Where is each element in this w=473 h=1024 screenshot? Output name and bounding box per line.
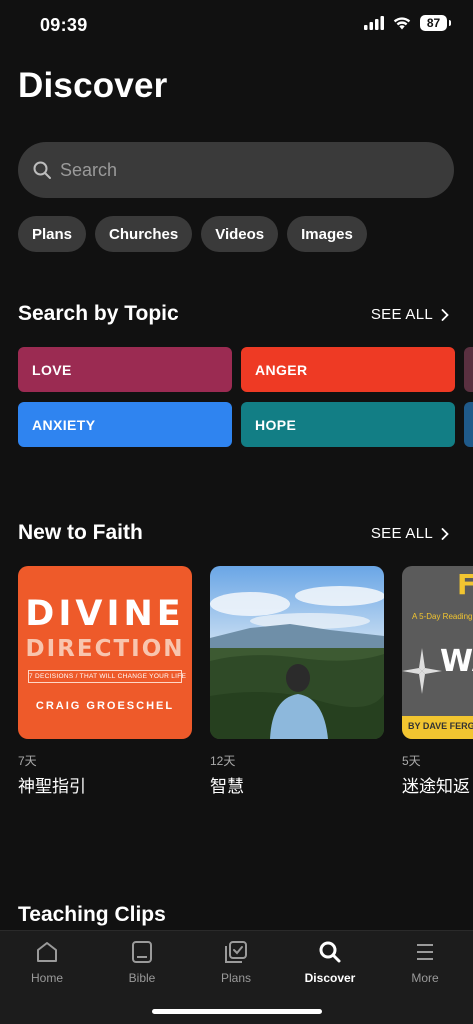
plan-duration: 7天 xyxy=(18,754,37,768)
tab-plans[interactable]: Plans xyxy=(196,939,276,985)
chip-images[interactable]: Images xyxy=(287,216,367,252)
chip-plans[interactable]: Plans xyxy=(18,216,87,252)
plan-card-way-back[interactable]: F A 5-Day Reading F WA BY DAVE FERGU xyxy=(402,566,473,739)
new-to-faith-title: New to Faith xyxy=(18,521,143,544)
page-title: Discover xyxy=(18,66,168,105)
chevron-right-icon xyxy=(441,527,449,540)
battery-indicator: 87 xyxy=(420,15,451,31)
cover-big-text: WA xyxy=(440,644,473,679)
status-icons: 87 xyxy=(364,15,451,31)
plans-icon xyxy=(225,941,247,963)
cellular-signal-icon xyxy=(364,16,384,30)
plan-title: 迷途知返 xyxy=(402,777,470,796)
landscape-image xyxy=(210,566,384,739)
plan-card-wisdom[interactable] xyxy=(210,566,384,739)
status-bar: 09:39 87 xyxy=(0,0,473,52)
home-icon xyxy=(37,942,57,962)
topic-partial-1[interactable] xyxy=(464,347,473,392)
plan-duration: 5天 xyxy=(402,754,421,768)
search-icon xyxy=(33,161,51,179)
tab-label: Discover xyxy=(304,971,356,985)
tab-discover[interactable]: Discover xyxy=(290,939,370,985)
cover-line1: DIVINE xyxy=(25,594,185,634)
menu-icon xyxy=(417,944,433,960)
cover-tagline: 7 DECISIONS / THAT WILL CHANGE YOUR LIFE xyxy=(28,670,186,683)
chevron-right-icon xyxy=(441,308,449,321)
plan-duration: 12天 xyxy=(210,754,236,768)
tab-label: More xyxy=(411,971,439,985)
wifi-icon xyxy=(393,17,411,30)
cover-top-letter: F xyxy=(457,568,473,601)
see-all-label: SEE ALL xyxy=(370,525,433,542)
topics-see-all-link[interactable]: SEE ALL xyxy=(371,306,449,323)
plan-card-divine-direction[interactable]: DIVINE DIRECTION 7 DECISIONS / THAT WILL… xyxy=(18,566,192,739)
filter-chips: Plans Churches Videos Images xyxy=(18,216,367,252)
teaching-clips-title: Teaching Clips xyxy=(18,903,166,926)
cover-subtitle: A 5-Day Reading F xyxy=(412,612,473,621)
cover-footer: BY DAVE FERGU xyxy=(408,721,473,731)
plan-title: 智慧 xyxy=(210,777,244,796)
discover-search-icon xyxy=(319,941,341,963)
topic-partial-2[interactable] xyxy=(464,402,473,447)
topics-section-title: Search by Topic xyxy=(18,302,179,325)
cover-line2: DIRECTION xyxy=(25,636,185,662)
status-time: 09:39 xyxy=(40,15,88,35)
tab-label: Plans xyxy=(220,971,252,985)
topic-anger[interactable]: ANGER xyxy=(241,347,455,392)
compass-icon xyxy=(402,648,442,694)
see-all-label: SEE ALL xyxy=(370,306,433,323)
tab-bible[interactable]: Bible xyxy=(102,939,182,985)
topic-love[interactable]: LOVE xyxy=(18,347,232,392)
topic-hope[interactable]: HOPE xyxy=(241,402,455,447)
tab-label: Home xyxy=(30,971,63,985)
bible-icon xyxy=(132,941,152,963)
cover-author: CRAIG GROESCHEL xyxy=(35,700,175,712)
tab-more[interactable]: More xyxy=(385,939,465,985)
tab-label: Bible xyxy=(128,971,156,985)
new-to-faith-see-all-link[interactable]: SEE ALL xyxy=(371,525,449,542)
chip-churches[interactable]: Churches xyxy=(95,216,193,252)
search-input[interactable] xyxy=(60,159,400,181)
home-indicator xyxy=(152,1009,322,1014)
tab-home[interactable]: Home xyxy=(7,939,87,985)
plan-title: 神聖指引 xyxy=(18,777,86,796)
search-bar[interactable] xyxy=(18,142,454,198)
topic-anxiety[interactable]: ANXIETY xyxy=(18,402,232,447)
chip-videos[interactable]: Videos xyxy=(201,216,279,252)
